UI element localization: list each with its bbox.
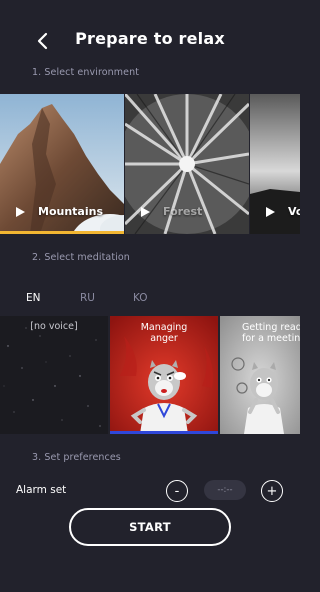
start-button[interactable]: START [69, 508, 231, 546]
selected-indicator [0, 231, 124, 234]
alarm-time-field[interactable]: --:-- [204, 480, 246, 500]
language-tabs: EN RU KO [0, 292, 300, 306]
decrease-button[interactable]: - [166, 480, 188, 502]
increase-button[interactable]: + [261, 480, 283, 502]
environment-label: Vo [288, 205, 300, 218]
environment-card-mountains[interactable]: Mountains [0, 94, 124, 234]
meditation-label: Getting read for a meetin [242, 322, 300, 344]
meditation-card-getting-ready[interactable]: Getting read for a meetin [220, 316, 300, 434]
selected-indicator [110, 431, 218, 434]
section-label-preferences: 3. Set preferences [32, 452, 121, 463]
meditation-card-managing-anger[interactable]: Managing anger [110, 316, 218, 434]
starfield-image [0, 316, 108, 434]
plus-icon: + [266, 483, 278, 499]
section-label-meditation: 2. Select meditation [32, 252, 130, 263]
meditation-carousel[interactable]: [no voice] Managing anger Getting read f… [0, 316, 300, 434]
page-title: Prepare to relax [75, 29, 225, 48]
environment-label: Forest [163, 205, 203, 218]
tab-ru[interactable]: RU [80, 292, 95, 304]
tab-en[interactable]: EN [26, 292, 41, 304]
environment-label: Mountains [38, 205, 103, 218]
section-label-environment: 1. Select environment [32, 67, 140, 78]
meditation-card-no-voice[interactable]: [no voice] [0, 316, 108, 434]
play-icon [16, 207, 25, 217]
meditation-label: [no voice] [30, 321, 78, 332]
meditation-label: Managing anger [140, 322, 188, 344]
alarm-label: Alarm set [16, 484, 67, 496]
play-icon [266, 207, 275, 217]
minus-icon: - [174, 483, 180, 499]
environment-card-third[interactable]: Vo [250, 94, 300, 234]
play-icon [141, 207, 150, 217]
environment-carousel[interactable]: Mountains Forest Vo [0, 94, 300, 234]
environment-card-forest[interactable]: Forest [125, 94, 249, 234]
tab-ko[interactable]: KO [133, 292, 148, 304]
